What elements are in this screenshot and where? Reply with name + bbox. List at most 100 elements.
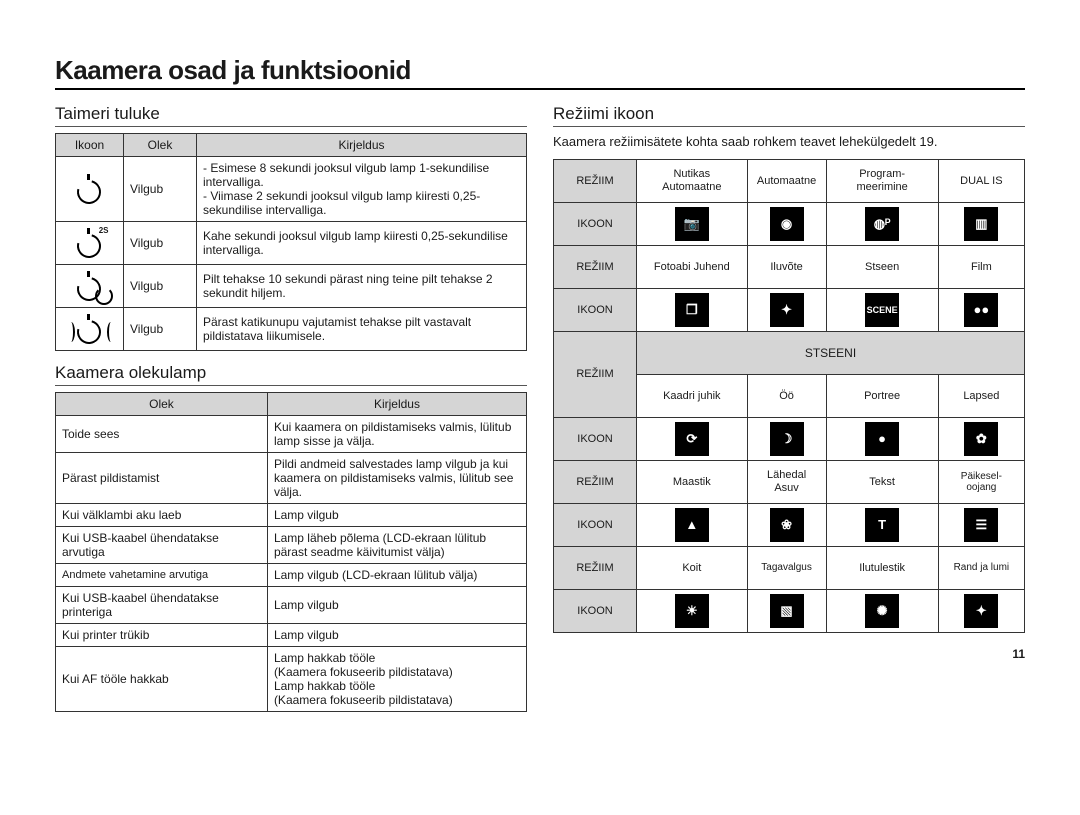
scene-portrait-icon: ●: [865, 422, 899, 456]
scene-header: STSEENI: [637, 331, 1025, 374]
timer-hdr-status: Olek: [124, 134, 197, 157]
mode-lead-text: Kaamera režiimisätete kohta saab rohkem …: [553, 133, 1025, 151]
mode-rowlabel: IKOON: [554, 417, 637, 460]
timer-hdr-desc: Kirjeldus: [197, 134, 527, 157]
scene-fireworks-icon: ✺: [865, 594, 899, 628]
scene-name: Koit: [637, 546, 748, 589]
statuslamp-status: Pärast pildistamist: [56, 453, 268, 504]
table-row: Kui USB-kaabel ühendatakse printerigaLam…: [56, 587, 527, 624]
scene-name: Lähedal Asuv: [747, 460, 826, 503]
table-row: 2S Vilgub Kahe sekundi jooksul vilgub la…: [56, 222, 527, 265]
statuslamp-desc: Lamp vilgub: [267, 624, 526, 647]
scene-sunset-icon: ☰: [964, 508, 998, 542]
mode-name: DUAL IS: [938, 159, 1024, 202]
timer-row-desc: Kahe sekundi jooksul vilgub lamp kiirest…: [197, 222, 527, 265]
scene-beachsnow-icon: ✦: [964, 594, 998, 628]
scene-row-icons: IKOON ▲ ❀ T ☰: [554, 503, 1025, 546]
statuslamp-desc: Lamp läheb põlema (LCD-ekraan lülitub pä…: [267, 527, 526, 564]
statuslamp-hdr-desc: Kirjeldus: [267, 393, 526, 416]
scene-name: Maastik: [637, 460, 748, 503]
scene-name: Päikesel- oojang: [938, 460, 1024, 503]
mode-name: Iluvõte: [747, 245, 826, 288]
statuslamp-desc: Lamp vilgub: [267, 504, 526, 527]
scene-name: Kaadri juhik: [637, 374, 748, 417]
mode-row-names: REŽIIM Fotoabi Juhend Iluvõte Stseen Fil…: [554, 245, 1025, 288]
statuslamp-desc: Lamp vilgub (LCD-ekraan lülitub välja): [267, 564, 526, 587]
statuslamp-desc: Pildi andmeid salvestades lamp vilgub ja…: [267, 453, 526, 504]
mode-rowlabel: REŽIIM: [554, 245, 637, 288]
scene-name: Tagavalgus: [747, 546, 826, 589]
timer-row-status: Vilgub: [124, 308, 197, 351]
table-row: Vilgub Pärast katikunupu vajutamist teha…: [56, 308, 527, 351]
table-row: Pärast pildistamistPildi andmeid salvest…: [56, 453, 527, 504]
mode-row-names: REŽIIM Nutikas Automaatne Automaatne Pro…: [554, 159, 1025, 202]
table-row: Toide seesKui kaamera on pildistamiseks …: [56, 416, 527, 453]
timer-row-status: Vilgub: [124, 222, 197, 265]
statuslamp-status: Kui AF tööle hakkab: [56, 647, 268, 712]
scene-closeup-icon: ❀: [770, 508, 804, 542]
page-title: Kaamera osad ja funktsioonid: [55, 55, 1025, 90]
statuslamp-desc: Lamp hakkab tööle (Kaamera fokuseerib pi…: [267, 647, 526, 712]
table-row: Kui USB-kaabel ühendatakse arvutigaLamp …: [56, 527, 527, 564]
scene-name: Lapsed: [938, 374, 1024, 417]
table-row: Kui printer trükibLamp vilgub: [56, 624, 527, 647]
mode-auto-icon: ◉: [770, 207, 804, 241]
mode-smart-auto-icon: 📷: [675, 207, 709, 241]
mode-rowlabel: REŽIIM: [554, 460, 637, 503]
scene-dawn-icon: ☀: [675, 594, 709, 628]
mode-name: Nutikas Automaatne: [637, 159, 748, 202]
statuslamp-status: Andmete vahetamine arvutiga: [56, 564, 268, 587]
timer-motion-icon: [77, 312, 103, 346]
table-row: Kui AF tööle hakkabLamp hakkab tööle (Ka…: [56, 647, 527, 712]
timer-row-status: Vilgub: [124, 157, 197, 222]
scene-landscape-icon: ▲: [675, 508, 709, 542]
statuslamp-status: Kui USB-kaabel ühendatakse arvutiga: [56, 527, 268, 564]
scene-row-icons: IKOON ☀ ▧ ✺ ✦: [554, 589, 1025, 632]
mode-scene-icon: SCENE: [865, 293, 899, 327]
mode-movie-icon: ●●: [964, 293, 998, 327]
scene-name: Portree: [826, 374, 938, 417]
mode-table: REŽIIM Nutikas Automaatne Automaatne Pro…: [553, 159, 1025, 633]
mode-name: Stseen: [826, 245, 938, 288]
scene-row-icons: IKOON ⟳ ☽ ● ✿: [554, 417, 1025, 460]
left-column: Taimeri tuluke Ikoon Olek Kirjeldus Vilg…: [55, 104, 527, 712]
statuslamp-hdr-status: Olek: [56, 393, 268, 416]
scene-row-names: REŽIIM Maastik Lähedal Asuv Tekst Päikes…: [554, 460, 1025, 503]
mode-rowlabel: IKOON: [554, 288, 637, 331]
mode-name: Film: [938, 245, 1024, 288]
statuslamp-heading: Kaamera olekulamp: [55, 363, 527, 386]
timer-hdr-icon: Ikoon: [56, 134, 124, 157]
scene-name: Öö: [747, 374, 826, 417]
timer-interval-icon: [77, 172, 103, 206]
statuslamp-status: Kui printer trükib: [56, 624, 268, 647]
scene-name: Tekst: [826, 460, 938, 503]
mode-beauty-icon: ✦: [770, 293, 804, 327]
scene-row-names: REŽIIM Koit Tagavalgus Ilutulestik Rand …: [554, 546, 1025, 589]
table-row: Vilgub Pilt tehakse 10 sekundi pärast ni…: [56, 265, 527, 308]
mode-name: Program- meerimine: [826, 159, 938, 202]
table-row: Kui välklambi aku laebLamp vilgub: [56, 504, 527, 527]
timer-heading: Taimeri tuluke: [55, 104, 527, 127]
timer-2s-icon: 2S: [77, 226, 103, 260]
scene-name: Rand ja lumi: [938, 546, 1024, 589]
mode-program-icon: ◍ᴾ: [865, 207, 899, 241]
mode-row-icons: IKOON 📷 ◉ ◍ᴾ ▥: [554, 202, 1025, 245]
timer-row-status: Vilgub: [124, 265, 197, 308]
mode-rowlabel: IKOON: [554, 503, 637, 546]
page-number: 11: [553, 647, 1025, 661]
mode-guide-icon: ❐: [675, 293, 709, 327]
timer-row-desc: Pilt tehakse 10 sekundi pärast ning tein…: [197, 265, 527, 308]
scene-text-icon: T: [865, 508, 899, 542]
mode-name: Automaatne: [747, 159, 826, 202]
statuslamp-desc: Kui kaamera on pildistamiseks valmis, lü…: [267, 416, 526, 453]
timer-table: Ikoon Olek Kirjeldus Vilgub - Esimese 8 …: [55, 133, 527, 351]
two-column-layout: Taimeri tuluke Ikoon Olek Kirjeldus Vilg…: [55, 104, 1025, 712]
statuslamp-table: Olek Kirjeldus Toide seesKui kaamera on …: [55, 392, 527, 712]
mode-rowlabel: REŽIIM: [554, 331, 637, 417]
scene-frameguide-icon: ⟳: [675, 422, 709, 456]
table-row: Andmete vahetamine arvutigaLamp vilgub (…: [56, 564, 527, 587]
scene-backlight-icon: ▧: [770, 594, 804, 628]
scene-night-icon: ☽: [770, 422, 804, 456]
mode-name: Fotoabi Juhend: [637, 245, 748, 288]
statuslamp-status: Kui välklambi aku laeb: [56, 504, 268, 527]
